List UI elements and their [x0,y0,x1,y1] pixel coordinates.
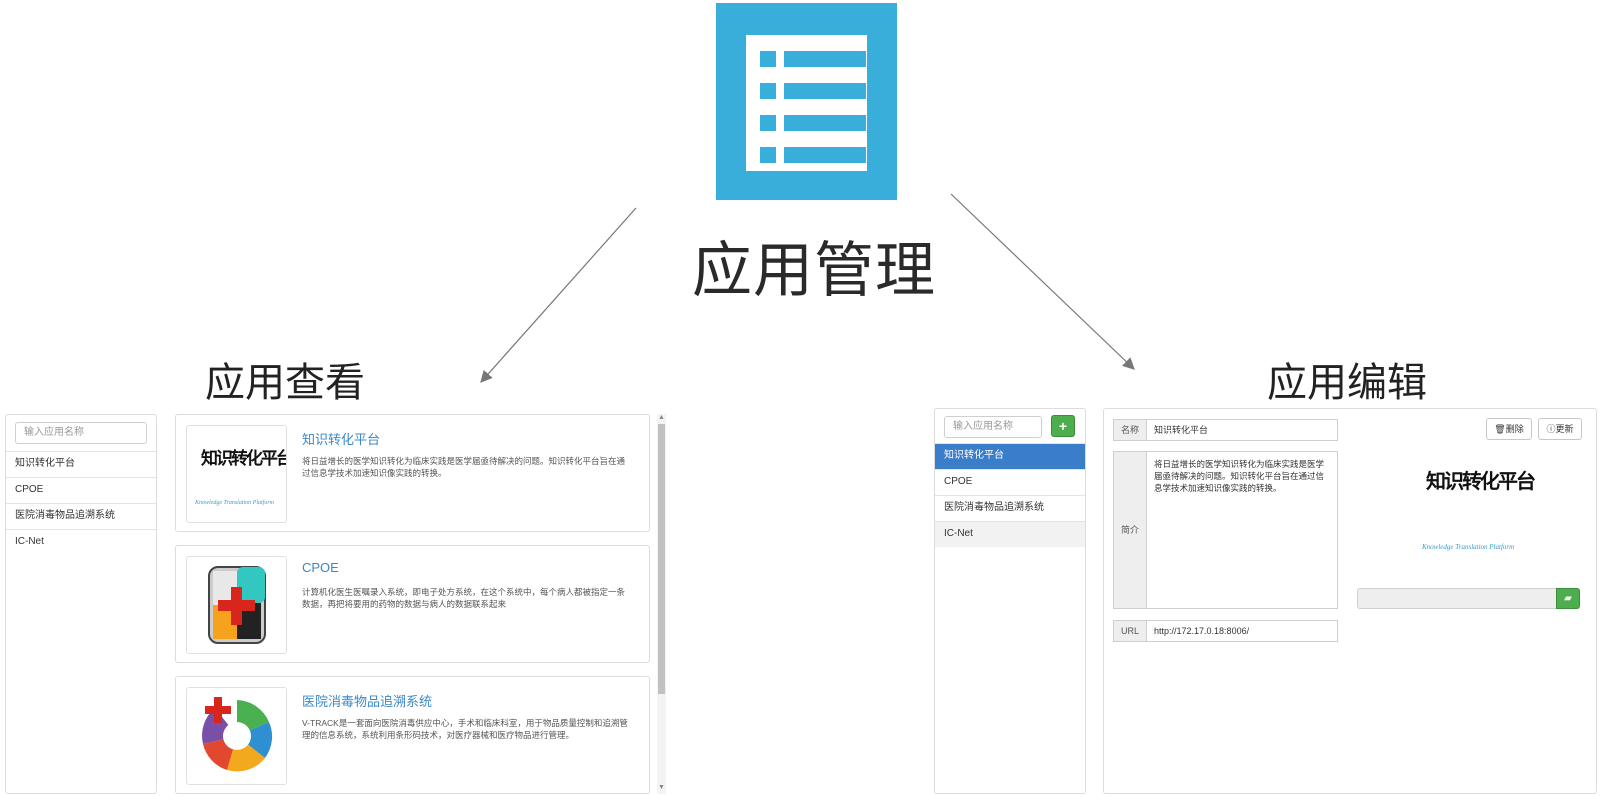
app-card[interactable]: CPOE 计算机化医生医嘱录入系统，即电子处方系统，在这个系统中，每个病人都被指… [175,545,650,663]
list-item[interactable]: 医院消毒物品追溯系统 [6,503,156,529]
logo-preview: 知识转化平台 Knowledge Translation Platform [1422,455,1542,575]
app-logo: 知识转化平台 Knowledge Translation Platform [186,425,287,523]
name-label: 名称 [1113,419,1147,441]
logo-cn: 知识转化平台 [201,449,287,469]
list-item[interactable]: IC-Net [935,521,1085,547]
card-description: 将日益增长的医学知识转化为临床实践是医学届亟待解决的问题。知识转化平台旨在通过信… [302,456,626,478]
list-item[interactable]: 医院消毒物品追溯系统 [935,495,1085,521]
vtrack-logo-icon [186,687,287,785]
browse-button[interactable]: ▰ [1556,588,1580,609]
cpoe-logo-icon [186,556,287,654]
logo-cn: 知识转化平台 [1426,469,1536,493]
list-item[interactable]: CPOE [6,477,156,503]
view-app-list: 知识转化平台 CPOE 医院消毒物品追溯系统 IC-Net [6,451,156,555]
intro-textarea[interactable]: 将日益增长的医学知识转化为临床实践是医学届亟待解决的问题。知识转化平台旨在通过信… [1146,451,1338,609]
folder-open-icon: ▰ [1564,593,1572,604]
scroll-up-icon[interactable]: ▲ [658,414,665,421]
main-title: 应用管理 [692,236,936,306]
name-field[interactable]: 知识转化平台 [1146,419,1338,441]
view-sidebar: 输入应用名称 知识转化平台 CPOE 医院消毒物品追溯系统 IC-Net [5,414,157,794]
list-item[interactable]: CPOE [935,469,1085,495]
search-input[interactable]: 输入应用名称 [944,416,1042,438]
arrow-left [480,207,637,383]
card-title[interactable]: 医院消毒物品追溯系统 [302,691,432,710]
add-button[interactable]: + [1051,415,1075,437]
edit-form-panel: 名称 知识转化平台 简介 将日益增长的医学知识转化为临床实践是医学届亟待解决的问… [1103,408,1597,794]
plus-icon: + [1058,418,1068,434]
card-description: V-TRACK是一套面向医院消毒供应中心，手术和临床科室，用于物品质量控制和追溯… [302,718,628,740]
list-item[interactable]: 知识转化平台 [6,451,156,477]
edit-title: 应用编辑 [1267,360,1427,406]
arrow-right [950,193,1135,370]
delete-button[interactable]: 🗑删除 [1486,418,1532,440]
card-title[interactable]: 知识转化平台 [302,429,380,448]
list-item[interactable]: IC-Net [6,529,156,555]
search-input[interactable]: 输入应用名称 [15,422,147,444]
view-title: 应用查看 [205,360,365,406]
info-circle-icon: ⓘ [1546,424,1556,434]
list-item[interactable]: 知识转化平台 [935,443,1085,469]
list-icon [716,3,897,200]
edit-app-list: 知识转化平台 CPOE 医院消毒物品追溯系统 IC-Net [935,443,1085,547]
scroll-down-icon[interactable]: ▼ [658,784,665,791]
file-path-field[interactable] [1357,588,1557,609]
card-description: 计算机化医生医嘱录入系统，即电子处方系统，在这个系统中，每个病人都被指定一条数据… [302,587,626,609]
logo-en: Knowledge Translation Platform [195,500,275,506]
edit-sidebar: 输入应用名称 + 知识转化平台 CPOE 医院消毒物品追溯系统 IC-Net [934,408,1086,794]
url-field[interactable]: http://172.17.0.18:8006/ [1146,620,1338,642]
app-card[interactable]: 知识转化平台 Knowledge Translation Platform 知识… [175,414,650,532]
card-title[interactable]: CPOE [302,560,339,575]
intro-label: 简介 [1113,451,1147,609]
trash-icon: 🗑 [1494,424,1506,434]
scrollbar-thumb[interactable] [658,424,665,694]
url-label: URL [1113,620,1147,642]
update-button[interactable]: ⓘ更新 [1538,418,1582,440]
scrollbar[interactable]: ▲ ▼ [657,414,666,794]
logo-en: Knowledge Translation Platform [1422,543,1515,551]
app-card[interactable]: 医院消毒物品追溯系统 V-TRACK是一套面向医院消毒供应中心，手术和临床科室，… [175,676,650,794]
